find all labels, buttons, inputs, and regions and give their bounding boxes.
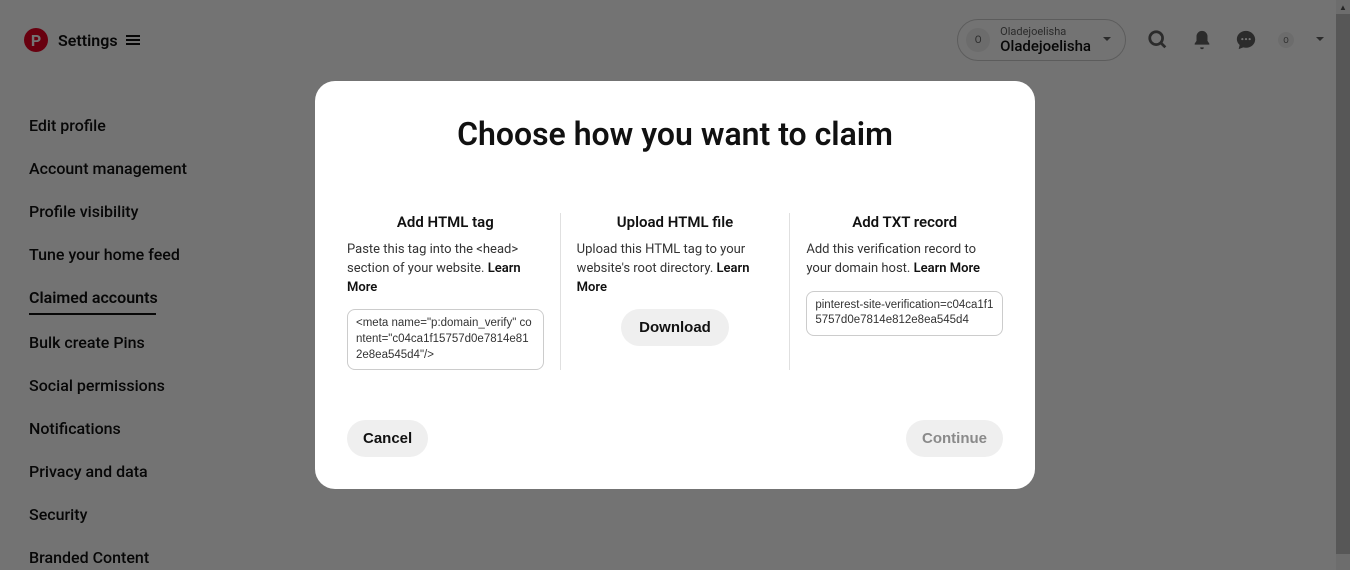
modal-overlay[interactable]: Choose how you want to claim Add HTML ta… (0, 0, 1350, 570)
claim-modal: Choose how you want to claim Add HTML ta… (315, 81, 1035, 489)
modal-title: Choose how you want to claim (347, 115, 1003, 153)
option-html-tag: Add HTML tag Paste this tag into the <he… (347, 213, 560, 370)
option-desc: Paste this tag into the <head> section o… (347, 241, 544, 298)
option-upload-file: Upload HTML file Upload this HTML tag to… (560, 213, 790, 370)
option-desc: Upload this HTML tag to your website's r… (577, 241, 774, 298)
continue-button[interactable]: Continue (906, 420, 1003, 457)
txt-record-code[interactable]: pinterest-site-verification=c04ca1f15757… (806, 291, 1003, 336)
claim-options: Add HTML tag Paste this tag into the <he… (347, 213, 1003, 370)
option-txt-record: Add TXT record Add this verification rec… (789, 213, 1003, 370)
option-title: Add TXT record (806, 213, 1003, 231)
modal-footer: Cancel Continue (347, 420, 1003, 457)
learn-more-link[interactable]: Learn More (914, 261, 980, 276)
option-title: Upload HTML file (577, 213, 774, 231)
option-desc: Add this verification record to your dom… (806, 241, 1003, 279)
option-title: Add HTML tag (347, 213, 544, 231)
html-tag-code[interactable]: <meta name="p:domain_verify" content="c0… (347, 309, 544, 370)
download-button[interactable]: Download (621, 309, 729, 346)
cancel-button[interactable]: Cancel (347, 420, 428, 457)
